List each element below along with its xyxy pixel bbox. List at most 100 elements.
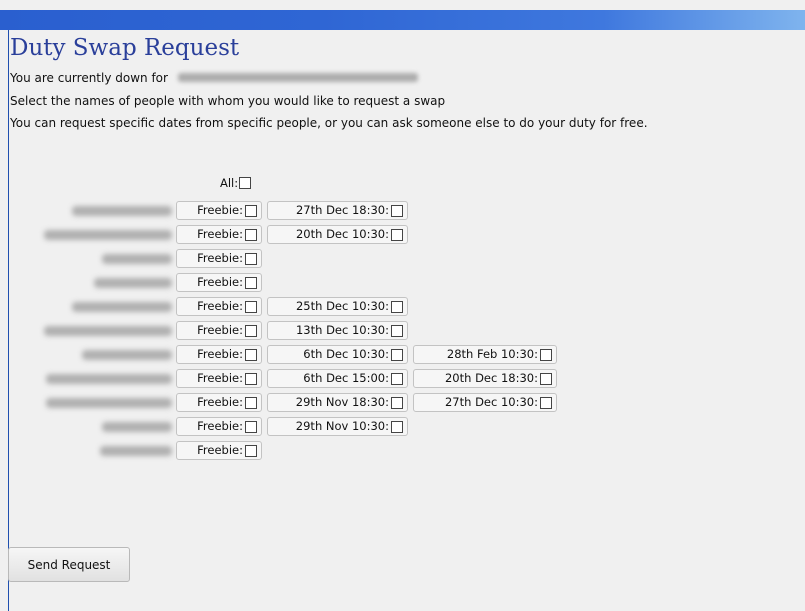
date-option[interactable]: 6th Dec 15:00: [267, 369, 408, 388]
freebie-checkbox[interactable] [245, 228, 257, 241]
freebie-label: Freebie: [197, 227, 243, 241]
freebie-checkbox[interactable] [245, 276, 257, 289]
redacted-person-name [100, 446, 172, 456]
freebie-checkbox[interactable] [245, 348, 257, 361]
redacted-person-name [72, 206, 172, 216]
freebie-option[interactable]: Freebie: [176, 201, 262, 220]
person-row: Freebie: 6th Dec 10:30: 28th Feb 10:30: [0, 344, 805, 368]
freebie-option[interactable]: Freebie: [176, 417, 262, 436]
freebie-checkbox[interactable] [245, 396, 257, 409]
freebie-option[interactable]: Freebie: [176, 225, 262, 244]
send-request-button[interactable]: Send Request [8, 547, 130, 582]
date-checkbox[interactable] [391, 324, 403, 337]
date-option[interactable]: 6th Dec 10:30: [267, 345, 408, 364]
freebie-checkbox[interactable] [245, 252, 257, 265]
date-option[interactable]: 27th Dec 18:30: [267, 201, 408, 220]
date-checkbox[interactable] [391, 396, 403, 409]
redacted-person-name [44, 230, 172, 240]
instruction-text: Select the names of people with whom you… [10, 93, 446, 108]
freebie-option[interactable]: Freebie: [176, 441, 262, 460]
date-label: 6th Dec 10:30: [303, 347, 389, 361]
freebie-label: Freebie: [197, 275, 243, 289]
freebie-label: Freebie: [197, 347, 243, 361]
date-option[interactable]: 27th Dec 10:30: [413, 393, 557, 412]
date-option[interactable]: 13th Dec 10:30: [267, 321, 408, 340]
redacted-person-name [44, 326, 172, 336]
redacted-person-name [46, 398, 172, 408]
date-checkbox[interactable] [540, 372, 552, 385]
date-checkbox[interactable] [391, 204, 403, 217]
header-bar [0, 10, 805, 30]
freebie-checkbox[interactable] [245, 372, 257, 385]
freebie-label: Freebie: [197, 251, 243, 265]
freebie-option[interactable]: Freebie: [176, 369, 262, 388]
person-row: Freebie: 29th Nov 10:30: [0, 416, 805, 440]
date-label: 29th Nov 10:30: [295, 419, 389, 433]
person-row: Freebie: [0, 272, 805, 296]
current-duty-line: You are currently down for [10, 70, 800, 87]
freebie-label: Freebie: [197, 323, 243, 337]
date-option[interactable]: 20th Dec 10:30: [267, 225, 408, 244]
date-checkbox[interactable] [391, 348, 403, 361]
select-all-label: All: [220, 176, 239, 190]
date-label: 6th Dec 15:00: [303, 371, 389, 385]
person-row: Freebie: 27th Dec 18:30: [0, 200, 805, 224]
freebie-option[interactable]: Freebie: [176, 393, 262, 412]
page-title: Duty Swap Request [10, 35, 240, 61]
freebie-option[interactable]: Freebie: [176, 273, 262, 292]
redacted-person-name [72, 302, 172, 312]
date-checkbox[interactable] [391, 300, 403, 313]
redacted-person-name [102, 422, 172, 432]
date-label: 27th Dec 10:30: [444, 395, 538, 409]
date-label: 25th Dec 10:30: [295, 299, 389, 313]
person-row: Freebie: 29th Nov 18:30: 27th Dec 10:30: [0, 392, 805, 416]
freebie-label: Freebie: [197, 299, 243, 313]
date-option[interactable]: 25th Dec 10:30: [267, 297, 408, 316]
date-option[interactable]: 28th Feb 10:30: [413, 345, 557, 364]
freebie-label: Freebie: [197, 203, 243, 217]
date-checkbox[interactable] [391, 228, 403, 241]
date-label: 29th Nov 18:30: [295, 395, 389, 409]
freebie-checkbox[interactable] [245, 444, 257, 457]
date-label: 28th Feb 10:30: [446, 347, 538, 361]
date-option[interactable]: 29th Nov 18:30: [267, 393, 408, 412]
redacted-person-name [94, 278, 172, 288]
explanation-text: You can request specific dates from spec… [10, 115, 648, 130]
freebie-checkbox[interactable] [245, 420, 257, 433]
date-checkbox[interactable] [391, 420, 403, 433]
person-row: Freebie: 13th Dec 10:30: [0, 320, 805, 344]
date-option[interactable]: 29th Nov 10:30: [267, 417, 408, 436]
redacted-current-duty [172, 71, 418, 87]
redacted-person-name [46, 374, 172, 384]
freebie-option[interactable]: Freebie: [176, 249, 262, 268]
freebie-checkbox[interactable] [245, 204, 257, 217]
person-row: Freebie: [0, 440, 805, 464]
date-label: 27th Dec 18:30: [295, 203, 389, 217]
freebie-label: Freebie: [197, 371, 243, 385]
person-row: Freebie: 25th Dec 10:30: [0, 296, 805, 320]
person-row: Freebie: 6th Dec 15:00: 20th Dec 18:30: [0, 368, 805, 392]
date-option[interactable]: 20th Dec 18:30: [413, 369, 557, 388]
freebie-option[interactable]: Freebie: [176, 297, 262, 316]
freebie-label: Freebie: [197, 443, 243, 457]
date-checkbox[interactable] [540, 348, 552, 361]
freebie-checkbox[interactable] [245, 324, 257, 337]
redacted-person-name [102, 254, 172, 264]
person-row: Freebie: 20th Dec 10:30: [0, 224, 805, 248]
person-row: Freebie: [0, 248, 805, 272]
main-content: Duty Swap Request You are currently down… [10, 34, 800, 131]
freebie-checkbox[interactable] [245, 300, 257, 313]
swap-rows: Freebie: 27th Dec 18:30: Freebie: 20th Dec … [0, 200, 805, 464]
freebie-option[interactable]: Freebie: [176, 345, 262, 364]
select-all-checkbox[interactable] [239, 177, 252, 189]
date-checkbox[interactable] [391, 372, 403, 385]
date-label: 13th Dec 10:30: [295, 323, 389, 337]
current-duty-label: You are currently down for [10, 71, 168, 85]
freebie-label: Freebie: [197, 395, 243, 409]
date-label: 20th Dec 10:30: [295, 227, 389, 241]
date-label: 20th Dec 18:30: [444, 371, 538, 385]
freebie-label: Freebie: [197, 419, 243, 433]
freebie-option[interactable]: Freebie: [176, 321, 262, 340]
date-checkbox[interactable] [540, 396, 552, 409]
select-all-control: All: [220, 176, 252, 190]
